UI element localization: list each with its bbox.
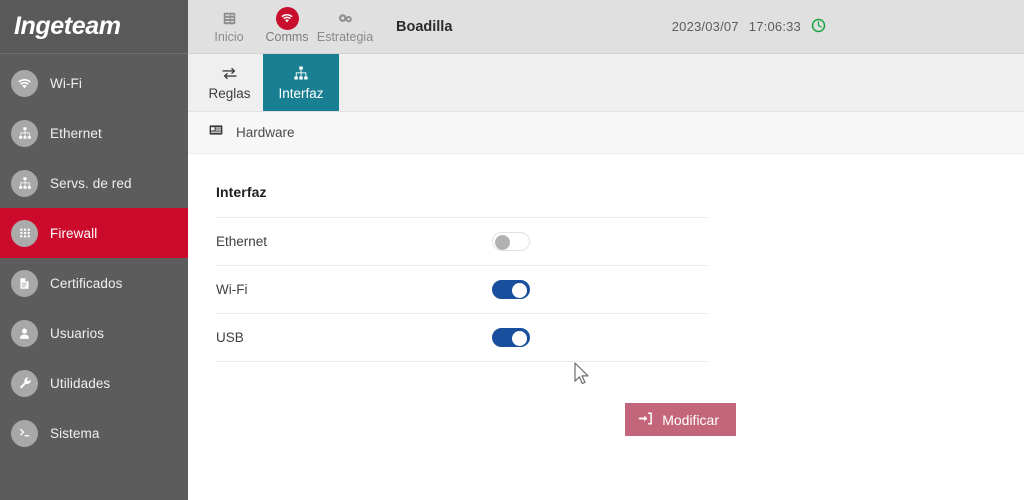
sidebar-item-label: Wi-Fi (50, 75, 82, 91)
terminal-icon (11, 419, 38, 447)
tab-label: Interfaz (278, 86, 324, 101)
panel-title: Interfaz (216, 184, 267, 200)
content-area: Interfaz Ethernet Wi-Fi USB Modificar (188, 154, 1024, 500)
tabs-bar: Reglas Interfaz (188, 54, 1024, 112)
toggle-knob (512, 331, 527, 346)
cogs-icon (337, 9, 354, 27)
wifi-icon (11, 69, 38, 97)
exchange-icon (221, 64, 238, 82)
sidebar-item-utilidades[interactable]: Utilidades (0, 358, 188, 408)
topnav-item-label: Comms (265, 30, 309, 44)
server-icon (221, 9, 238, 27)
tab-interfaz[interactable]: Interfaz (263, 54, 339, 111)
sitemap-icon (11, 119, 38, 147)
sidebar-item-label: Usuarios (50, 325, 105, 341)
application-window: Ingeteam Wi-Fi Ethernet Servs. de red Fi… (0, 0, 1024, 500)
sidebar-item-usuarios[interactable]: Usuarios (0, 308, 188, 358)
certificate-icon (11, 269, 38, 297)
wrench-icon (11, 369, 38, 397)
sitemap-icon (11, 169, 38, 197)
sidebar-item-label: Certificados (50, 275, 123, 291)
sidebar-item-label: Firewall (50, 225, 98, 241)
topbar: Inicio Comms Estrategia Boadilla 2023/03… (188, 0, 1024, 54)
breadcrumb-label: Hardware (236, 125, 295, 140)
site-title: Boadilla (396, 18, 453, 35)
setting-label: Ethernet (216, 234, 268, 249)
topnav-item-comms[interactable]: Comms (258, 0, 316, 53)
clock-area: 2023/03/07 17:06:33 (672, 0, 1024, 53)
grid-icon (11, 219, 38, 247)
topnav-item-label: Estrategia (316, 30, 374, 44)
topnav-item-estrategia[interactable]: Estrategia (316, 0, 374, 53)
sidebar-item-wifi[interactable]: Wi-Fi (0, 58, 188, 108)
setting-row-wifi: Wi-Fi (216, 266, 708, 313)
sidebar-item-label: Utilidades (50, 375, 111, 391)
sidebar-item-certificados[interactable]: Certificados (0, 258, 188, 308)
sidebar-item-label: Servs. de red (50, 175, 132, 191)
setting-label: USB (216, 330, 244, 345)
setting-label: Wi-Fi (216, 282, 248, 297)
modificar-button[interactable]: Modificar (625, 403, 736, 436)
sidebar-item-ethernet[interactable]: Ethernet (0, 108, 188, 158)
clock-icon (811, 18, 826, 36)
main-area: Inicio Comms Estrategia Boadilla 2023/03… (188, 0, 1024, 500)
modificar-button-label: Modificar (662, 411, 719, 428)
sidebar-item-firewall[interactable]: Firewall (0, 208, 188, 258)
sign-in-icon (638, 411, 653, 429)
clock-time: 17:06:33 (748, 19, 801, 34)
sidebar: Ingeteam Wi-Fi Ethernet Servs. de red Fi… (0, 0, 188, 500)
tab-label: Reglas (208, 86, 251, 101)
sidebar-item-label: Sistema (50, 425, 100, 441)
topnav-item-label: Inicio (214, 30, 244, 44)
usb-toggle[interactable] (492, 328, 530, 347)
comms-active-badge (275, 6, 299, 30)
wifi-toggle[interactable] (492, 280, 530, 299)
toggle-knob (512, 283, 527, 298)
sidebar-item-label: Ethernet (50, 125, 102, 141)
tab-reglas[interactable]: Reglas (196, 54, 263, 111)
topnav-item-inicio[interactable]: Inicio (200, 0, 258, 53)
toggle-knob (495, 235, 510, 250)
sidebar-nav: Wi-Fi Ethernet Servs. de red Firewall Ce… (0, 54, 188, 458)
wifi-icon (275, 6, 299, 30)
sidebar-item-sistema[interactable]: Sistema (0, 408, 188, 458)
setting-row-ethernet: Ethernet (216, 218, 708, 265)
user-icon (11, 319, 38, 347)
ethernet-toggle[interactable] (492, 232, 530, 251)
sidebar-item-servs-de-red[interactable]: Servs. de red (0, 158, 188, 208)
clock-date: 2023/03/07 (671, 19, 739, 34)
breadcrumb: Hardware (188, 112, 1024, 154)
topbar-nav: Inicio Comms Estrategia (188, 0, 374, 53)
list-icon (208, 122, 224, 143)
setting-row-usb: USB (216, 314, 708, 361)
actions-bar: Modificar (216, 362, 736, 436)
brand-logo: Ingeteam (0, 0, 188, 54)
sitemap-icon (293, 64, 309, 82)
brand-logo-text: Ingeteam (14, 12, 121, 40)
interfaz-panel: Interfaz Ethernet Wi-Fi USB (216, 154, 736, 362)
